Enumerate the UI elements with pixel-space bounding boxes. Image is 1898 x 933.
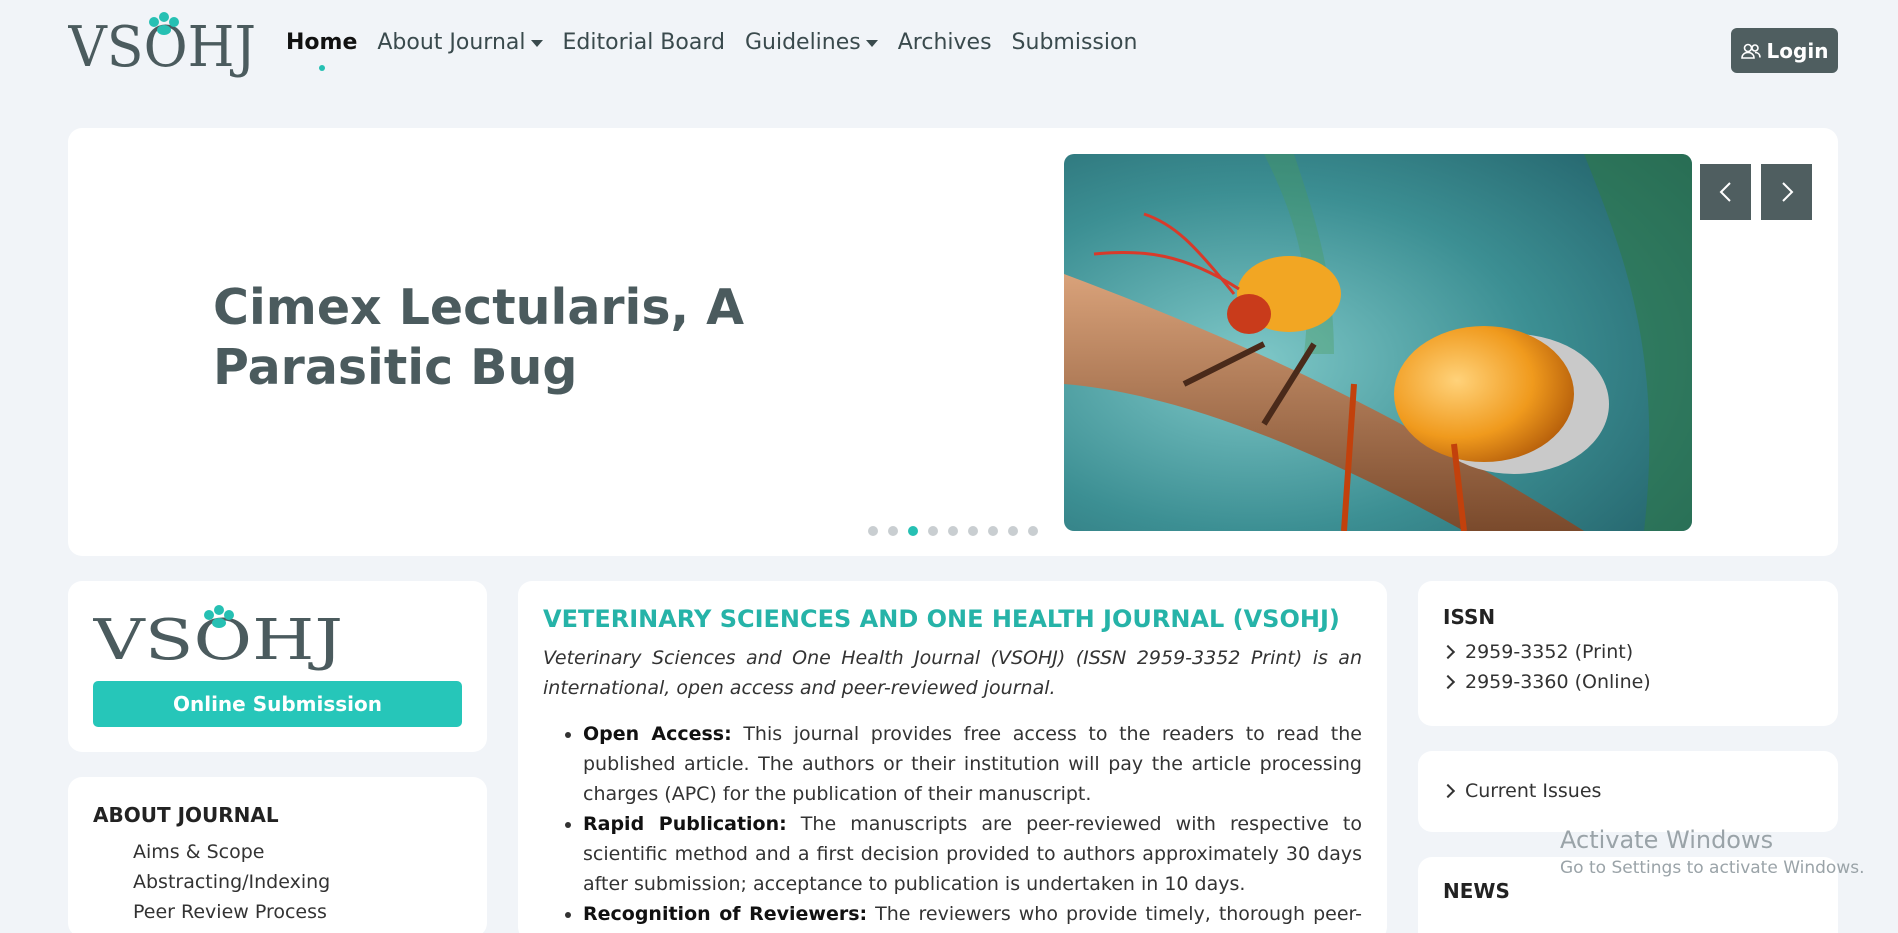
slide-indicator-dot[interactable] [888, 526, 898, 536]
feature-item: Rapid Publication: The manuscripts are p… [583, 809, 1362, 899]
nav-item-label: Editorial Board [562, 30, 725, 55]
active-indicator [318, 65, 325, 71]
nav-item-label: Home [286, 30, 358, 55]
current-issues-label: Current Issues [1465, 780, 1602, 802]
feature-item: Recognition of Reviewers: The reviewers … [583, 899, 1362, 933]
watermark-subtitle: Go to Settings to activate Windows. [1560, 858, 1865, 878]
nav-item-label: Archives [897, 30, 992, 55]
hero-carousel: Cimex Lectularis, A Parasitic Bug [68, 128, 1838, 556]
feature-term: Rapid Publication: [583, 813, 787, 835]
users-icon [1740, 43, 1761, 59]
nav-item-label: Guidelines [744, 30, 861, 55]
slide-image [1064, 154, 1692, 531]
issn-heading: ISSN [1443, 605, 1496, 629]
nav-item-archives[interactable]: Archives [898, 30, 992, 55]
slide-indicator-dot[interactable] [968, 526, 978, 536]
nav-item-submission[interactable]: Submission [1012, 30, 1138, 55]
chevron-right-icon [1440, 644, 1456, 660]
journal-intro-card: VETERINARY SCIENCES AND ONE HEALTH JOURN… [518, 581, 1387, 933]
chevron-right-icon [1440, 674, 1456, 690]
nav-item-about-journal[interactable]: About Journal [377, 30, 543, 55]
about-journal-links: Aims & Scope Abstracting/Indexing Peer Rev… [93, 837, 462, 927]
slide-indicator-dot[interactable] [988, 526, 998, 536]
issn-item: 2959-3352 (Print) [1440, 637, 1813, 667]
next-slide-button[interactable] [1761, 164, 1812, 220]
login-label: Login [1766, 38, 1829, 63]
issn-value: 2959-3352 (Print) [1465, 641, 1634, 663]
slide-indicator-dot[interactable] [928, 526, 938, 536]
slide-indicators [868, 526, 1038, 536]
svg-text:VSOHJ: VSOHJ [93, 608, 343, 673]
chevron-right-icon [1440, 783, 1456, 799]
caret-down-icon [530, 40, 543, 47]
slide-indicator-dot[interactable] [1028, 526, 1038, 536]
submission-card: VSOHJ Online Submission [68, 581, 487, 752]
nav-item-home[interactable]: Home [286, 30, 358, 71]
issn-card: ISSN 2959-3352 (Print) 2959-3360 (Online) [1418, 581, 1838, 726]
chevron-left-icon [1719, 182, 1731, 202]
issn-list: 2959-3352 (Print) 2959-3360 (Online) [1440, 637, 1813, 697]
feature-term: Recognition of Reviewers: [583, 903, 868, 925]
main-nav: Home About Journal Editorial Board Guidelin… [286, 30, 1138, 71]
journal-features-list: Open Access: This journal provides free … [583, 719, 1362, 933]
slide-title: Cimex Lectularis, A Parasitic Bug [213, 279, 745, 396]
slide-indicator-dot[interactable] [1008, 526, 1018, 536]
nav-item-label: About Journal [377, 30, 526, 55]
journal-title: VETERINARY SCIENCES AND ONE HEALTH JOURN… [543, 605, 1340, 633]
about-journal-card: ABOUT JOURNAL Aims & Scope Abstracting/In… [68, 777, 487, 933]
slide-indicator-dot[interactable] [948, 526, 958, 536]
vsohj-logo[interactable]: VSOHJ [68, 8, 260, 84]
nav-item-label: Submission [1011, 30, 1138, 55]
slide-indicator-dot[interactable] [868, 526, 878, 536]
activate-windows-watermark: Activate Windows Go to Settings to activ… [1560, 826, 1865, 878]
prev-slide-button[interactable] [1700, 164, 1751, 220]
nav-item-editorial-board[interactable]: Editorial Board [563, 30, 725, 55]
current-issues-card: Current Issues [1418, 751, 1838, 832]
chevron-right-icon [1781, 182, 1793, 202]
feature-term: Open Access: [583, 723, 732, 745]
login-button[interactable]: Login [1731, 28, 1838, 73]
svg-text:VSOHJ: VSOHJ [68, 15, 256, 80]
sidebar-link[interactable]: Aims & Scope [133, 837, 462, 867]
sidebar-link[interactable]: Peer Review Process [133, 897, 462, 927]
sidebar-link[interactable]: Abstracting/Indexing [133, 867, 462, 897]
news-heading: NEWS [1443, 879, 1510, 903]
feature-item: Open Access: This journal provides free … [583, 719, 1362, 809]
caret-down-icon [865, 40, 878, 47]
slide-indicator-dot[interactable] [908, 526, 918, 536]
about-journal-heading: ABOUT JOURNAL [93, 803, 279, 827]
issn-value: 2959-3360 (Online) [1465, 671, 1651, 693]
current-issues-link[interactable]: Current Issues [1440, 776, 1813, 806]
top-navbar: VSOHJ Home About Journal Editorial Board Gu… [0, 0, 1898, 105]
issn-item: 2959-3360 (Online) [1440, 667, 1813, 697]
journal-intro: Veterinary Sciences and One Health Journ… [543, 647, 1362, 699]
vsohj-logo-small: VSOHJ [93, 605, 343, 673]
online-submission-button[interactable]: Online Submission [93, 681, 462, 727]
watermark-title: Activate Windows [1560, 826, 1774, 854]
nav-item-guidelines[interactable]: Guidelines [745, 30, 878, 55]
